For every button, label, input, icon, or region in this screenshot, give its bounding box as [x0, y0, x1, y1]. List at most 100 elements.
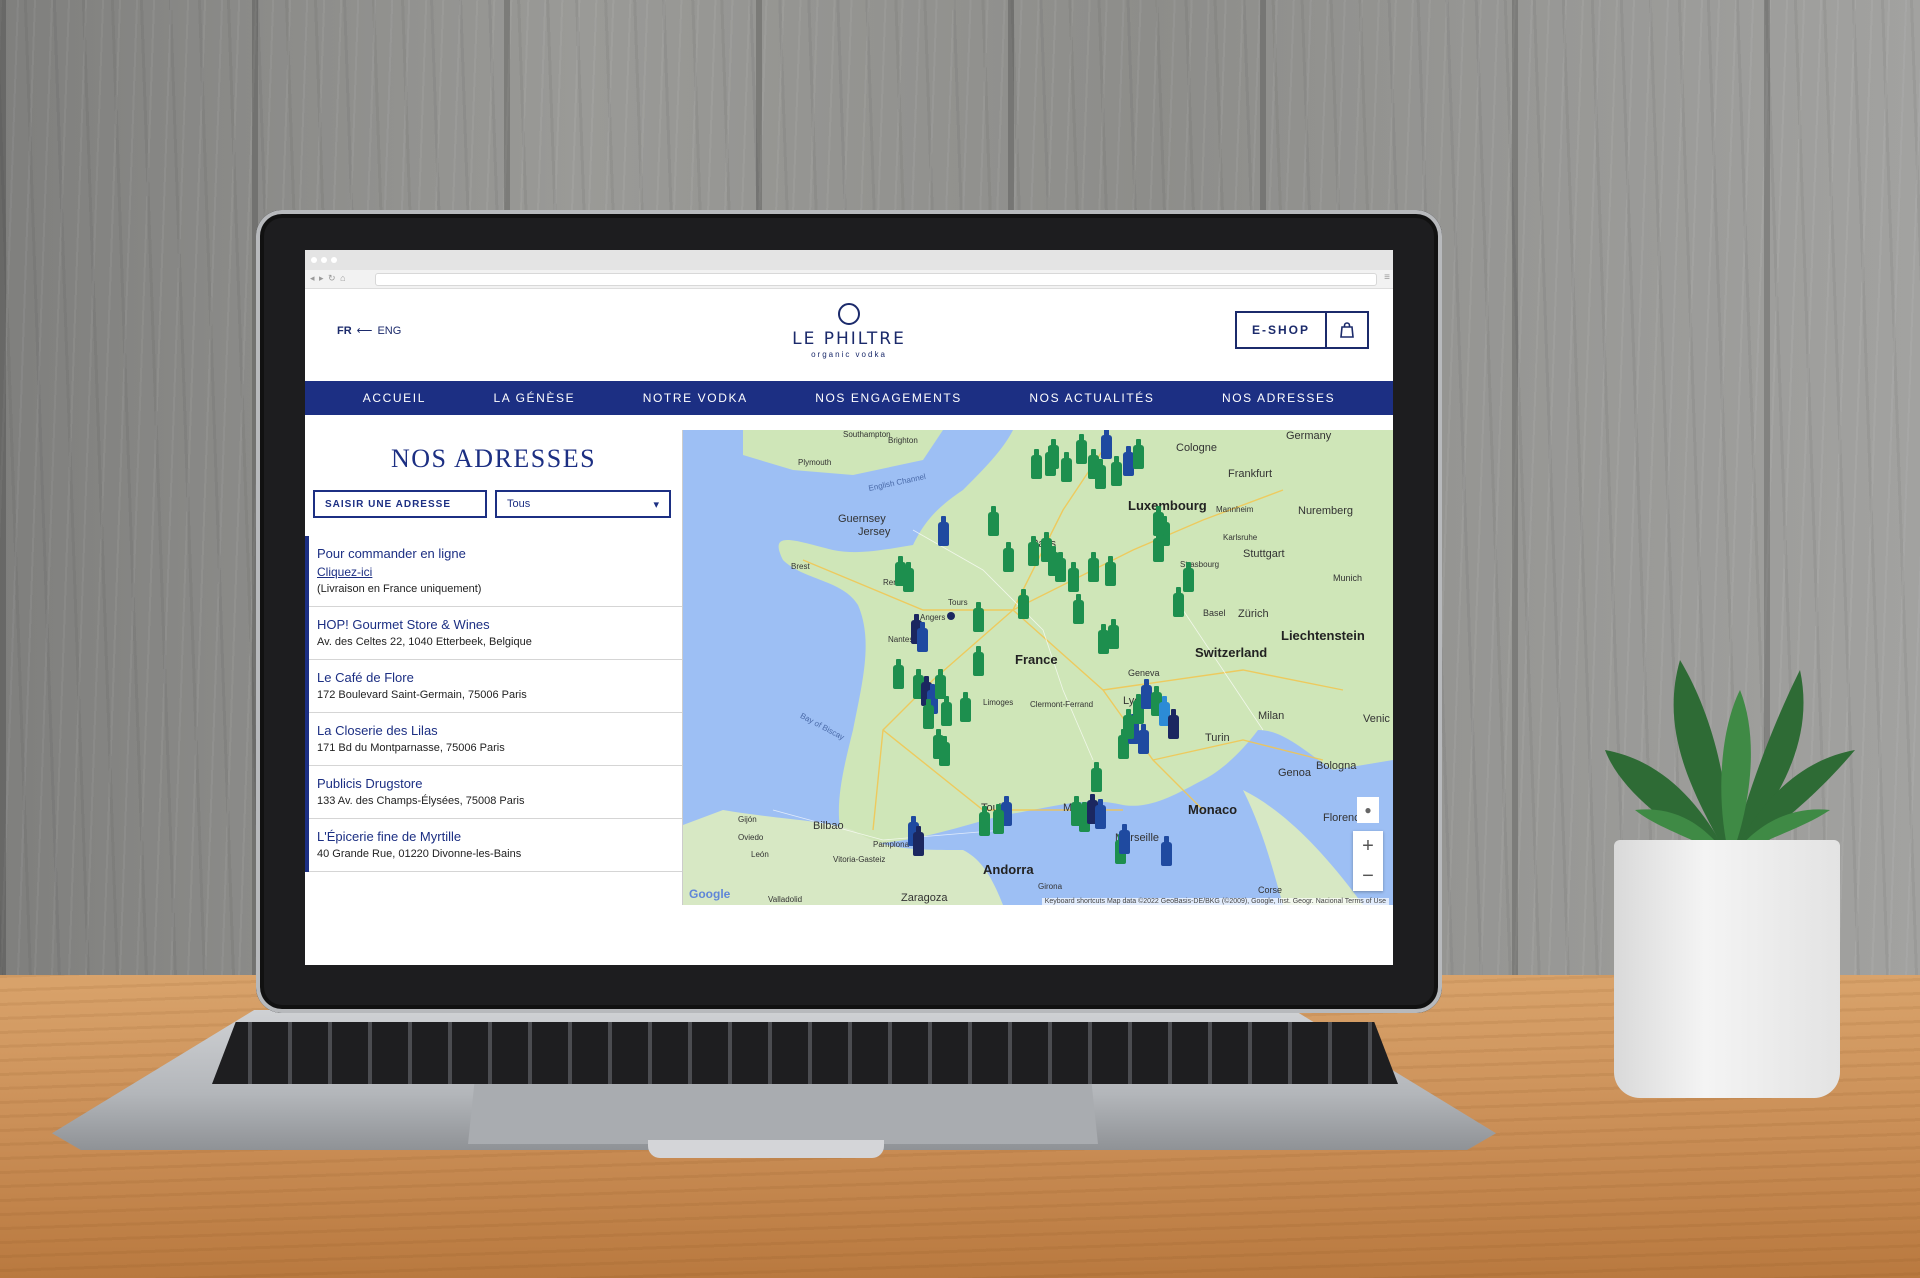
lang-fr[interactable]: FR [337, 325, 352, 337]
street-view-pegman-icon[interactable]: ● [1357, 797, 1379, 823]
nav-nos-engagements[interactable]: NOS ENGAGEMENTS [815, 391, 962, 405]
store-marker[interactable] [1108, 619, 1119, 649]
store-marker[interactable] [960, 692, 971, 722]
map-label: Monaco [1188, 802, 1238, 817]
store-marker[interactable] [973, 646, 984, 676]
map-label: France [1015, 652, 1058, 667]
store-marker[interactable] [1061, 452, 1072, 482]
nav-accueil[interactable]: ACCUEIL [363, 391, 426, 405]
google-logo: Google [689, 887, 731, 901]
map-label: Guernsey [838, 513, 886, 525]
map-attribution[interactable]: Keyboard shortcuts Map data ©2022 GeoBas… [1041, 898, 1389, 905]
store-marker[interactable] [988, 506, 999, 536]
list-item-online[interactable]: Pour commander en ligne Cliquez-ici (Liv… [309, 536, 682, 607]
store-marker[interactable] [923, 699, 934, 729]
store-marker[interactable] [1138, 724, 1149, 754]
store-marker[interactable] [903, 562, 914, 592]
map-label: León [751, 850, 769, 859]
store-marker[interactable] [993, 804, 1004, 834]
store-name: Le Café de Flore [317, 670, 414, 685]
store-marker[interactable] [1018, 589, 1029, 619]
address-search-input[interactable] [313, 490, 487, 518]
zoom-out-button[interactable]: − [1353, 861, 1383, 891]
store-address: 172 Boulevard Saint-Germain, 75006 Paris [317, 689, 527, 701]
list-item[interactable]: L'Épicerie fine de Myrtille 40 Grande Ru… [309, 819, 682, 872]
nav-nos-actualites[interactable]: NOS ACTUALITÉS [1029, 391, 1154, 405]
map-label: Germany [1286, 430, 1332, 442]
nav-la-genese[interactable]: LA GÉNÈSE [493, 391, 575, 405]
map-label: Gijón [738, 815, 757, 824]
map-label: Jersey [858, 526, 891, 538]
browser-menu-icon[interactable]: ≡ [1384, 272, 1390, 283]
store-marker[interactable] [938, 516, 949, 546]
online-order-link[interactable]: Cliquez-ici [317, 563, 672, 581]
online-note: (Livraison en France uniquement) [317, 583, 482, 595]
store-marker[interactable] [1068, 562, 1079, 592]
list-item[interactable]: Le Café de Flore 172 Boulevard Saint-Ger… [309, 660, 682, 713]
lang-eng[interactable]: ENG [377, 325, 401, 337]
map-label: Genoa [1278, 767, 1312, 779]
zoom-in-button[interactable]: + [1353, 831, 1383, 861]
filter-value: Tous [507, 498, 531, 510]
address-bar[interactable] [375, 273, 1377, 286]
map-label: Turin [1205, 732, 1230, 744]
store-marker[interactable] [979, 806, 990, 836]
browser-nav-icons[interactable]: ◂ ▸ ↻ ⌂ [310, 273, 347, 284]
store-marker[interactable] [1105, 556, 1116, 586]
window-controls[interactable] [311, 257, 337, 263]
logo-name: LE PHILTRE [792, 329, 906, 349]
store-marker[interactable] [1183, 562, 1194, 592]
store-marker[interactable] [1101, 430, 1112, 459]
store-marker[interactable] [1088, 552, 1099, 582]
map-label: Bilbao [813, 820, 844, 832]
store-name: La Closerie des Lilas [317, 723, 438, 738]
store-marker[interactable] [1055, 552, 1066, 582]
eshop-label[interactable]: E-SHOP [1237, 313, 1327, 347]
store-marker[interactable] [1095, 799, 1106, 829]
nav-nos-adresses[interactable]: NOS ADRESSES [1222, 391, 1335, 405]
store-map[interactable]: Southampton Brighton Plymouth English Ch… [683, 430, 1393, 905]
store-marker[interactable] [1111, 456, 1122, 486]
store-marker[interactable] [1119, 824, 1130, 854]
store-marker[interactable] [913, 826, 924, 856]
store-marker[interactable] [941, 696, 952, 726]
site-logo[interactable]: LE PHILTRE organic vodka [785, 303, 913, 359]
eshop-button[interactable]: E-SHOP [1235, 311, 1369, 349]
store-marker[interactable] [1095, 459, 1106, 489]
store-marker[interactable] [973, 602, 984, 632]
list-item[interactable]: HOP! Gourmet Store & Wines Av. des Celte… [309, 607, 682, 660]
store-marker[interactable] [1028, 536, 1039, 566]
search-controls: Tous ▾ [313, 490, 674, 518]
language-switcher[interactable]: FR ⟵ ENG [337, 324, 401, 338]
store-marker[interactable] [1133, 439, 1144, 469]
store-filter-select[interactable]: Tous ▾ [495, 490, 671, 518]
list-item[interactable]: La Closerie des Lilas 171 Bd du Montparn… [309, 713, 682, 766]
store-marker[interactable] [1153, 506, 1164, 536]
laptop-trackpad [468, 1084, 1098, 1144]
map-label: Tours [948, 598, 968, 607]
store-marker[interactable] [1161, 836, 1172, 866]
map-label: Switzerland [1195, 645, 1268, 660]
store-marker[interactable] [1031, 449, 1042, 479]
store-marker[interactable] [1091, 762, 1102, 792]
map-label: Nuremberg [1298, 505, 1354, 517]
store-locator: NOS ADRESSES Tous ▾ Pour commander en li… [305, 430, 1393, 905]
logo-tagline: organic vodka [811, 350, 887, 359]
store-marker[interactable] [917, 622, 928, 652]
store-marker[interactable] [1076, 434, 1087, 464]
store-marker[interactable] [1045, 446, 1056, 476]
shopping-bag-icon[interactable] [1327, 313, 1367, 347]
map-label: Zürich [1238, 608, 1269, 620]
store-marker[interactable] [939, 736, 950, 766]
store-marker[interactable] [1173, 587, 1184, 617]
store-marker[interactable] [1123, 709, 1134, 739]
store-marker[interactable] [893, 659, 904, 689]
nav-notre-vodka[interactable]: NOTRE VODKA [643, 391, 748, 405]
map-label: Girona [1038, 882, 1063, 891]
store-marker[interactable] [1168, 709, 1179, 739]
site-header: FR ⟵ ENG LE PHILTRE organic vodka E-SHOP [305, 289, 1393, 381]
store-marker[interactable] [1003, 542, 1014, 572]
list-item[interactable]: Publicis Drugstore 133 Av. des Champs-Él… [309, 766, 682, 819]
store-marker[interactable] [1073, 594, 1084, 624]
store-name: HOP! Gourmet Store & Wines [317, 617, 490, 632]
